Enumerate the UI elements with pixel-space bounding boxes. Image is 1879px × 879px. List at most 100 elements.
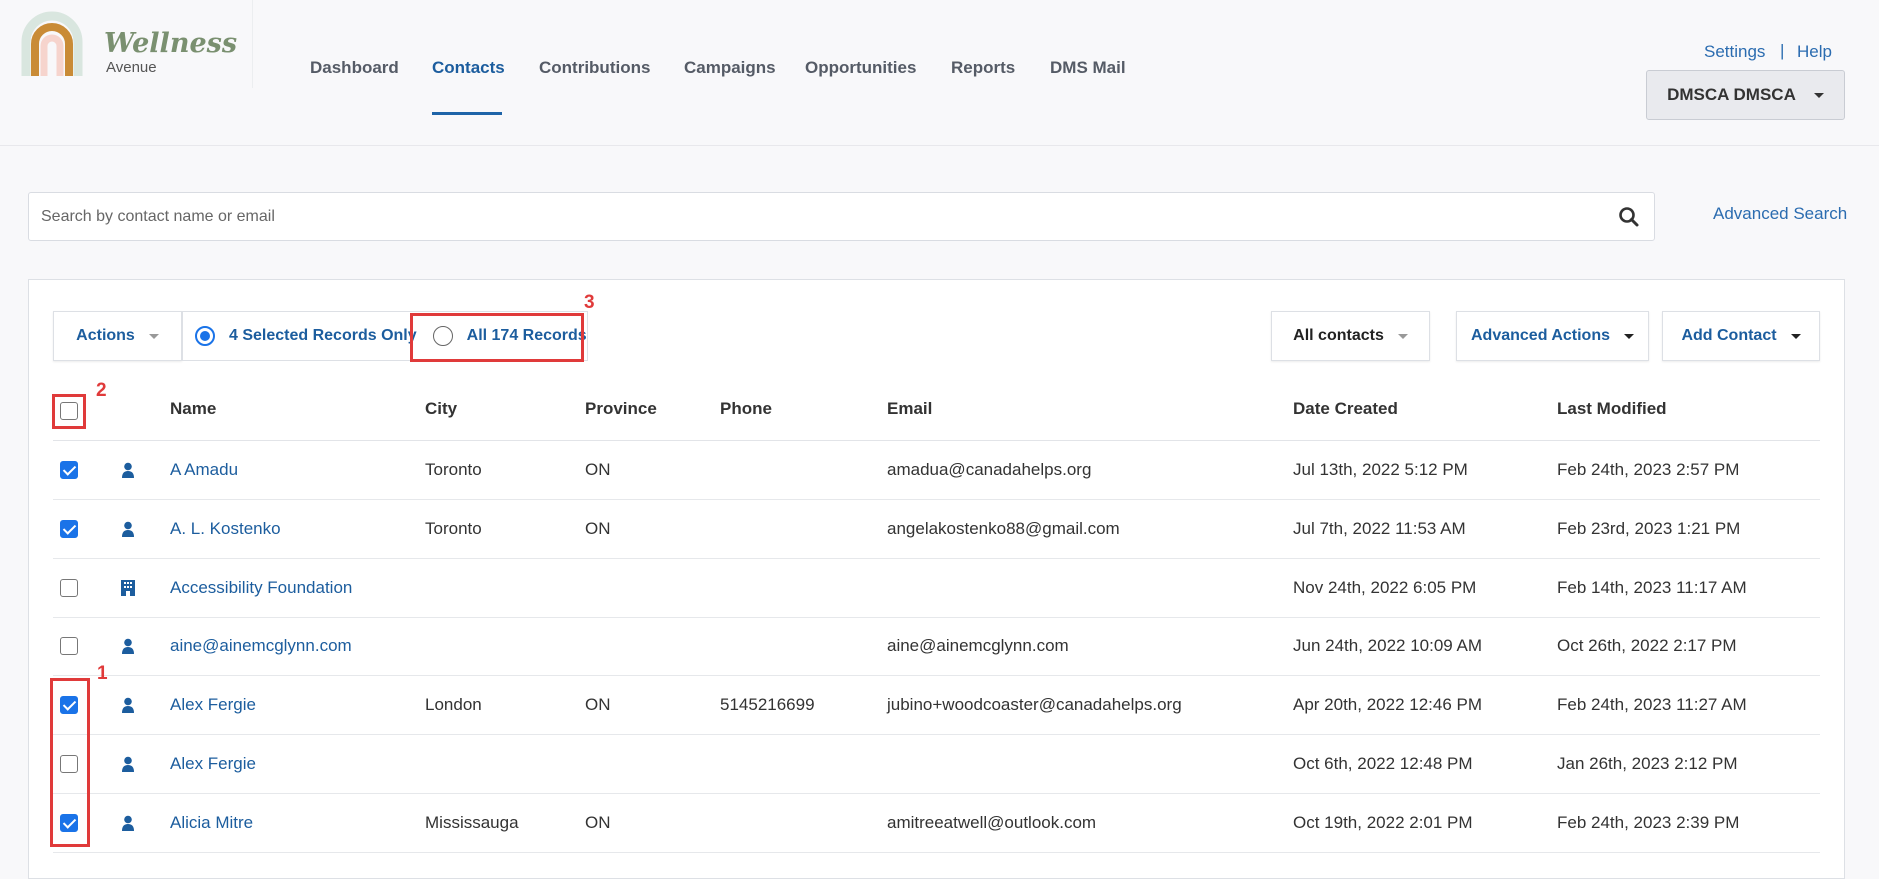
person-icon	[121, 815, 135, 836]
column-header-name[interactable]: Name	[170, 399, 216, 419]
radio-selected-only[interactable]	[195, 326, 215, 346]
table-row: aine@ainemcglynn.com aine@ainemcglynn.com…	[53, 617, 1820, 677]
table-row: A Amadu Toronto ON amadua@canadahelps.org Ju…	[53, 441, 1820, 500]
advanced-actions-label: Advanced Actions	[1471, 327, 1610, 344]
search-bar	[28, 192, 1655, 241]
annotation-box-1	[50, 678, 90, 847]
cell-email: amadua@canadahelps.org	[887, 460, 1092, 479]
person-icon	[121, 638, 135, 659]
table-row: A. L. Kostenko Toronto ON angelakostenko88@…	[53, 500, 1820, 559]
annotation-box-3	[410, 313, 584, 362]
contact-filter-dropdown[interactable]: All contacts	[1271, 311, 1430, 361]
annotation-label-1: 1	[97, 663, 108, 684]
row-checkbox[interactable]	[60, 461, 78, 479]
cell-city: Mississauga	[425, 812, 519, 832]
annotation-label-3: 3	[584, 292, 595, 313]
cell-city: London	[425, 695, 482, 715]
selected-only-label[interactable]: 4 Selected Records Only	[229, 327, 417, 345]
nav-dashboard[interactable]: Dashboard	[310, 58, 399, 78]
actions-dropdown[interactable]: Actions	[53, 311, 182, 361]
column-header-province[interactable]: Province	[585, 399, 657, 419]
cell-created: Jul 13th, 2022 5:12 PM	[1293, 460, 1468, 479]
cell-created: Apr 20th, 2022 12:46 PM	[1293, 695, 1483, 715]
caret-down-icon	[148, 333, 159, 339]
caret-down-icon	[1790, 333, 1801, 339]
active-tab-indicator	[432, 112, 502, 115]
table-row: Alicia Mitre Mississauga ON amitreeatwell@o…	[53, 794, 1820, 853]
link-separator: |	[1780, 41, 1785, 60]
building-icon	[121, 579, 135, 601]
nav-reports[interactable]: Reports	[951, 58, 1015, 78]
column-header-last-modified[interactable]: Last Modified	[1557, 399, 1667, 419]
table-row: Accessibility Foundation Nov 24th, 2022 6…	[53, 559, 1820, 618]
row-checkbox[interactable]	[60, 519, 78, 538]
column-header-date-created[interactable]: Date Created	[1293, 399, 1398, 419]
contact-name-link[interactable]: A. L. Kostenko	[170, 519, 281, 539]
contact-name-link[interactable]: Alicia Mitre	[170, 813, 253, 833]
cell-modified: Jan 26th, 2023 2:12 PM	[1557, 754, 1738, 773]
row-checkbox[interactable]	[60, 578, 78, 597]
svg-text:Wellness: Wellness	[104, 28, 237, 59]
cell-province: ON	[585, 812, 611, 832]
cell-province: ON	[585, 518, 611, 538]
table-row: Alex Fergie London ON 5145216699 jubino+wood…	[53, 676, 1820, 736]
cell-email: jubino+woodcoaster@canadahelps.org	[887, 695, 1182, 715]
nav-opportunities[interactable]: Opportunities	[805, 58, 916, 78]
contact-name-link[interactable]: Alex Fergie	[170, 695, 256, 715]
cell-phone: 5145216699	[720, 695, 815, 715]
cell-email: aine@ainemcglynn.com	[887, 636, 1069, 656]
nav-contacts[interactable]: Contacts	[432, 58, 505, 78]
header-divider	[252, 0, 253, 88]
table-row: Alex Fergie Oct 6th, 2022 12:48 PM Jan 26t…	[53, 735, 1820, 794]
cell-email: amitreeatwell@outlook.com	[887, 812, 1097, 832]
filter-label: All contacts	[1293, 327, 1384, 344]
settings-link[interactable]: Settings	[1704, 42, 1765, 62]
column-header-email[interactable]: Email	[887, 399, 932, 419]
user-menu-button[interactable]: DMSCA DMSCA	[1646, 70, 1845, 120]
svg-text:Avenue: Avenue	[106, 59, 157, 76]
person-icon	[121, 521, 135, 542]
top-header: Wellness Avenue Dashboard Contacts Contr…	[0, 0, 1879, 146]
contact-name-link[interactable]: A Amadu	[170, 460, 238, 480]
cell-created: Jun 24th, 2022 10:09 AM	[1293, 636, 1483, 656]
add-contact-label: Add Contact	[1681, 327, 1777, 344]
cell-province: ON	[585, 460, 611, 479]
annotation-box-2	[52, 394, 86, 429]
contact-name-link[interactable]: Accessibility Foundation	[170, 578, 352, 598]
person-icon	[121, 462, 135, 483]
cell-modified: Feb 23rd, 2023 1:21 PM	[1557, 518, 1741, 538]
caret-down-icon	[1624, 333, 1634, 339]
add-contact-button[interactable]: Add Contact	[1662, 311, 1820, 361]
help-link[interactable]: Help	[1797, 42, 1832, 62]
advanced-actions-button[interactable]: Advanced Actions	[1456, 311, 1649, 361]
cell-created: Oct 19th, 2022 2:01 PM	[1293, 812, 1473, 832]
contact-name-link[interactable]: aine@ainemcglynn.com	[170, 636, 352, 656]
row-checkbox[interactable]	[60, 637, 78, 656]
cell-modified: Feb 24th, 2023 11:27 AM	[1557, 695, 1747, 715]
search-input[interactable]	[41, 193, 1601, 240]
person-icon	[121, 756, 135, 777]
nav-campaigns[interactable]: Campaigns	[684, 58, 776, 78]
cell-city: Toronto	[425, 460, 482, 479]
cell-created: Nov 24th, 2022 6:05 PM	[1293, 577, 1477, 597]
actions-label: Actions	[76, 327, 135, 344]
advanced-search-link[interactable]: Advanced Search	[1713, 204, 1847, 224]
person-icon	[121, 697, 135, 718]
nav-dms-mail[interactable]: DMS Mail	[1050, 58, 1126, 78]
cell-created: Jul 7th, 2022 11:53 AM	[1293, 518, 1466, 538]
contact-name-link[interactable]: Alex Fergie	[170, 754, 256, 774]
cell-created: Oct 6th, 2022 12:48 PM	[1293, 754, 1473, 773]
cell-modified: Feb 24th, 2023 2:39 PM	[1557, 812, 1740, 832]
caret-down-icon	[1813, 92, 1824, 98]
annotation-label-2: 2	[96, 380, 107, 401]
cell-modified: Feb 14th, 2023 11:17 AM	[1557, 577, 1747, 597]
column-header-phone[interactable]: Phone	[720, 399, 772, 419]
wellness-avenue-logo[interactable]: Wellness Avenue	[18, 8, 248, 84]
cell-city: Toronto	[425, 518, 482, 538]
user-menu-label: DMSCA DMSCA	[1667, 85, 1796, 104]
nav-contributions[interactable]: Contributions	[539, 58, 650, 78]
search-icon[interactable]	[1618, 206, 1640, 228]
cell-email: angelakostenko88@gmail.com	[887, 518, 1120, 538]
column-header-city[interactable]: City	[425, 399, 457, 419]
cell-province: ON	[585, 695, 611, 715]
